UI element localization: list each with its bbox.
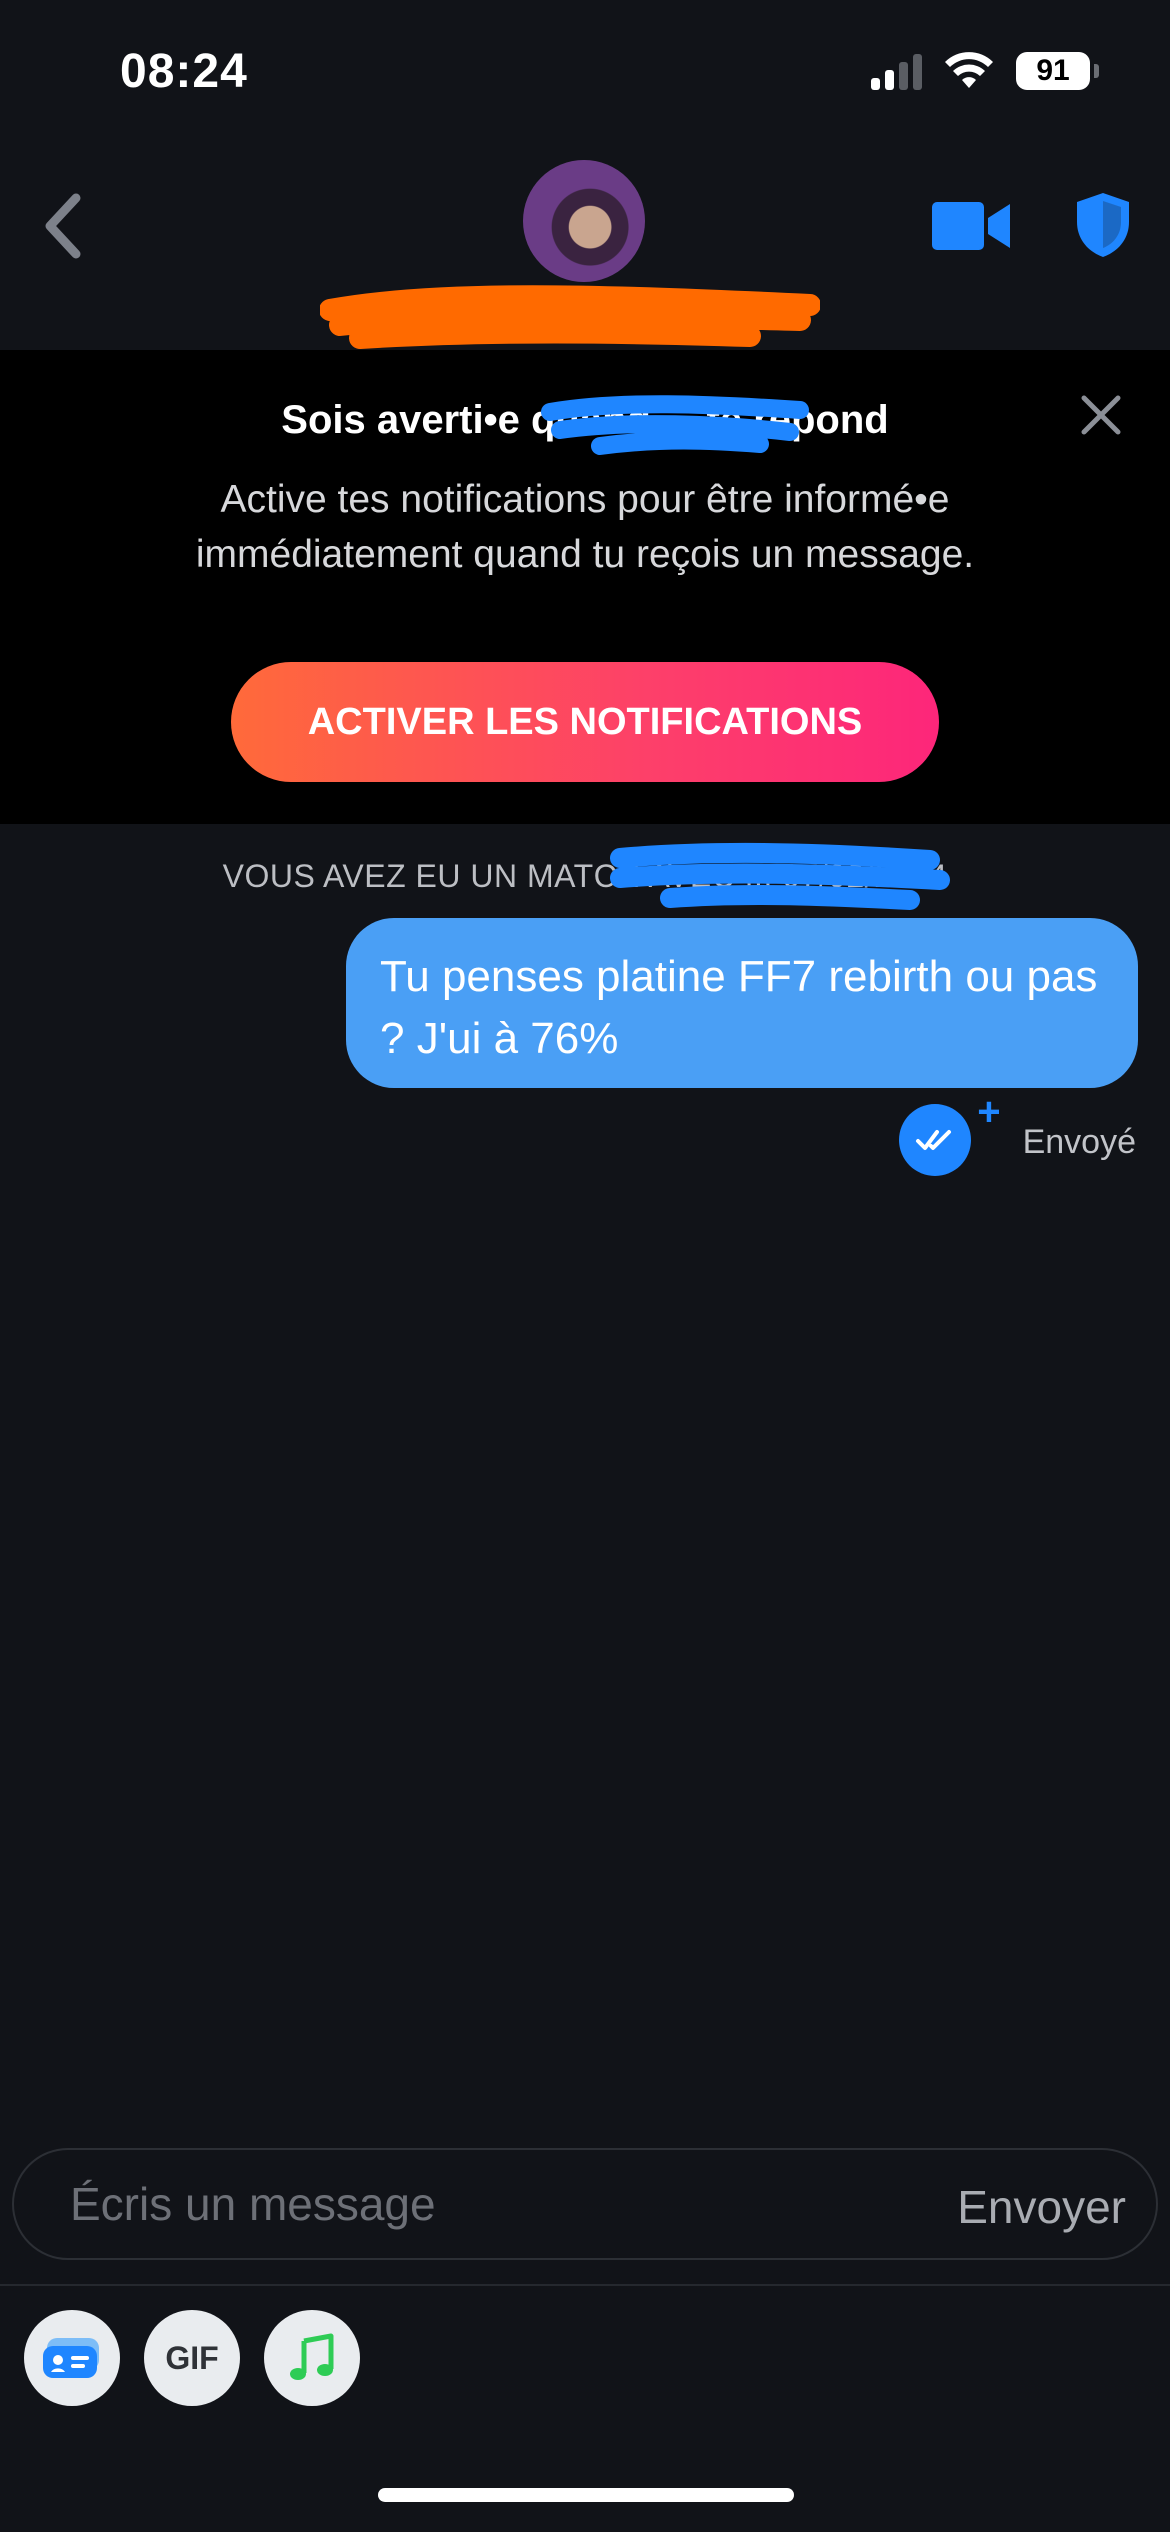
close-icon [1081,395,1121,435]
status-icons: 91 [871,52,1099,90]
profile-card-icon [43,2338,99,2378]
match-notice: VOUS AVEZ EU UN MATCH AVEC ... 07/02/202… [222,858,948,894]
plus-icon: + [977,1090,1001,1134]
wifi-icon [945,52,993,88]
shield-icon [1077,193,1129,257]
sent-status: Envoyé [1022,1122,1136,1161]
gif-button[interactable]: GIF [144,2310,240,2406]
home-indicator[interactable] [378,2488,794,2502]
notification-banner: Sois averti•e quand ... te répond Active… [0,350,1170,824]
send-button[interactable]: Envoyer [957,2180,1126,2234]
chevron-left-icon [45,193,81,259]
video-call-button[interactable] [930,196,1012,256]
chat-screen: 08:24 91 Sois averti•e quand ... te répo… [0,0,1170,2532]
banner-body: Active tes notifications pour être infor… [195,478,975,576]
redaction-scribble [541,395,809,455]
music-note-icon [290,2333,334,2380]
double-check-icon [898,1104,971,1176]
profile-card-button[interactable] [24,2310,120,2406]
redaction-scribble [610,842,950,910]
message-bubble[interactable]: Tu penses platine FF7 rebirth ou pas ? J… [346,918,1138,1088]
activate-notifications-button[interactable]: ACTIVER LES NOTIFICATIONS [231,662,939,782]
redaction-scribble [320,285,820,349]
signal-icon [871,52,922,90]
avatar[interactable] [523,160,645,282]
back-button[interactable] [36,186,96,266]
close-banner-button[interactable] [1078,392,1124,438]
divider [0,2284,1170,2286]
read-receipt-badge[interactable]: + [898,1090,1001,1180]
message-composer: Envoyer [12,2148,1158,2260]
music-button[interactable] [264,2310,360,2406]
status-time: 08:24 [120,45,248,98]
message-input[interactable] [70,2150,870,2258]
message-status: + Envoyé [898,1090,1136,1180]
safety-button[interactable] [1074,190,1132,260]
video-camera-icon [932,202,1010,250]
gif-label: GIF [165,2339,219,2376]
battery-icon: 91 [1016,52,1099,90]
